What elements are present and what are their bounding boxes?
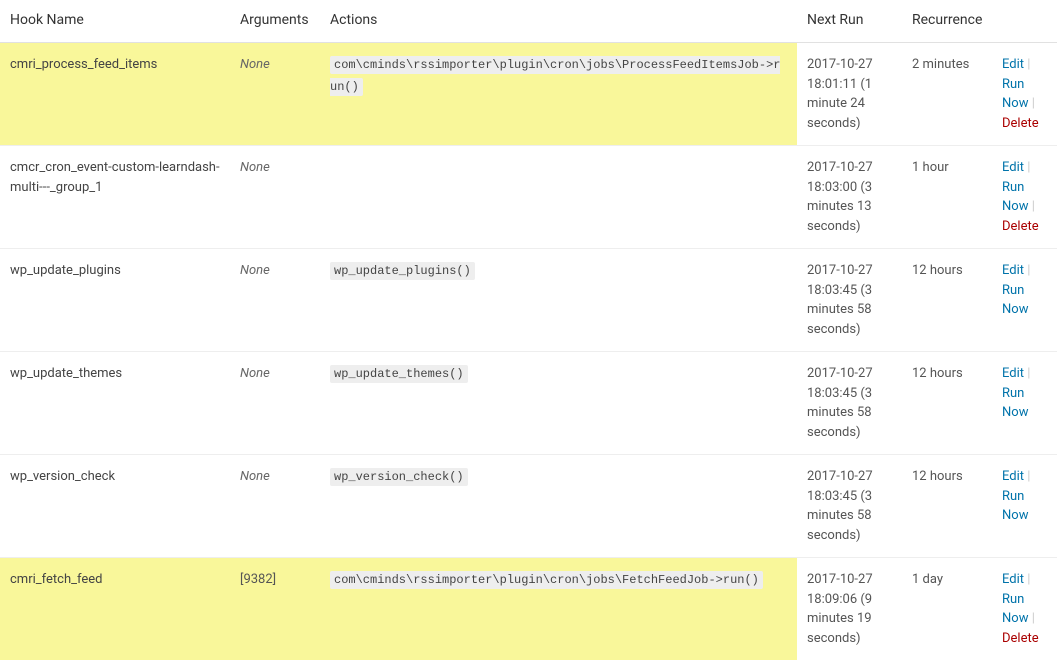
next-run-cell: 2017-10-27 18:03:00 (3 minutes 13 second… (797, 146, 902, 249)
table-row: cmcr_cron_event-custom-learndash-multi--… (0, 146, 1057, 249)
actions-cell: com\cminds\rssimporter\plugin\cron\jobs\… (320, 43, 797, 146)
action-callback: com\cminds\rssimporter\plugin\cron\jobs\… (330, 571, 763, 589)
row-actions-cell: Edit | Run Now (992, 352, 1057, 455)
hook-name-cell: cmri_process_feed_items (0, 43, 230, 146)
separator: | (1024, 469, 1030, 484)
recurrence-cell: 2 minutes (902, 43, 992, 146)
separator: | (1028, 611, 1034, 626)
run-now-link[interactable]: Run Now (1002, 489, 1028, 524)
row-actions-cell: Edit | Run Now | Delete (992, 43, 1057, 146)
separator: | (1024, 57, 1030, 72)
header-recur[interactable]: Recurrence (902, 0, 992, 43)
edit-link[interactable]: Edit (1002, 263, 1024, 278)
hook-name-cell: wp_update_themes (0, 352, 230, 455)
arguments-cell: None (230, 146, 320, 249)
next-run-cell: 2017-10-27 18:03:45 (3 minutes 58 second… (797, 249, 902, 352)
header-hook[interactable]: Hook Name (0, 0, 230, 43)
hook-name-cell: wp_version_check (0, 455, 230, 558)
arguments-cell: None (230, 43, 320, 146)
edit-link[interactable]: Edit (1002, 57, 1024, 72)
hook-name-cell: wp_update_plugins (0, 249, 230, 352)
delete-link[interactable]: Delete (1002, 219, 1039, 234)
actions-cell: wp_version_check() (320, 455, 797, 558)
row-actions-cell: Edit | Run Now | Delete (992, 146, 1057, 249)
next-run-cell: 2017-10-27 18:01:11 (1 minute 24 seconds… (797, 43, 902, 146)
row-actions-cell: Edit | Run Now (992, 249, 1057, 352)
hook-name-cell: cmcr_cron_event-custom-learndash-multi--… (0, 146, 230, 249)
recurrence-cell: 12 hours (902, 352, 992, 455)
run-now-link[interactable]: Run Now (1002, 180, 1028, 215)
run-now-link[interactable]: Run Now (1002, 592, 1028, 627)
header-ops (992, 0, 1057, 43)
cron-events-table: Hook Name Arguments Actions Next Run Rec… (0, 0, 1057, 660)
separator: | (1028, 199, 1034, 214)
arguments-cell: None (230, 352, 320, 455)
edit-link[interactable]: Edit (1002, 366, 1024, 381)
table-row: cmri_process_feed_itemsNonecom\cminds\rs… (0, 43, 1057, 146)
header-next[interactable]: Next Run (797, 0, 902, 43)
header-args[interactable]: Arguments (230, 0, 320, 43)
row-actions-cell: Edit | Run Now (992, 455, 1057, 558)
separator: | (1024, 263, 1030, 278)
action-callback: wp_update_plugins() (330, 262, 475, 280)
separator: | (1024, 572, 1030, 587)
recurrence-cell: 12 hours (902, 249, 992, 352)
separator: | (1024, 160, 1030, 175)
delete-link[interactable]: Delete (1002, 631, 1039, 646)
run-now-link[interactable]: Run Now (1002, 283, 1028, 318)
separator: | (1024, 366, 1030, 381)
recurrence-cell: 1 day (902, 558, 992, 660)
action-callback: wp_update_themes() (330, 365, 468, 383)
next-run-cell: 2017-10-27 18:03:45 (3 minutes 58 second… (797, 352, 902, 455)
recurrence-cell: 12 hours (902, 455, 992, 558)
table-row: cmri_fetch_feed[9382] com\cminds\rssimpor… (0, 558, 1057, 660)
actions-cell: wp_update_plugins() (320, 249, 797, 352)
arguments-cell: None (230, 455, 320, 558)
arguments-cell: [9382] (230, 558, 320, 660)
edit-link[interactable]: Edit (1002, 160, 1024, 175)
edit-link[interactable]: Edit (1002, 572, 1024, 587)
action-callback: wp_version_check() (330, 468, 468, 486)
delete-link[interactable]: Delete (1002, 116, 1039, 131)
row-actions-cell: Edit | Run Now | Delete (992, 558, 1057, 660)
arguments-cell: None (230, 249, 320, 352)
table-row: wp_update_pluginsNone wp_update_plugins()… (0, 249, 1057, 352)
run-now-link[interactable]: Run Now (1002, 386, 1028, 421)
table-row: wp_version_checkNone wp_version_check() 20… (0, 455, 1057, 558)
actions-cell (320, 146, 797, 249)
actions-cell: wp_update_themes() (320, 352, 797, 455)
run-now-link[interactable]: Run Now (1002, 77, 1028, 112)
action-callback: com\cminds\rssimporter\plugin\cron\jobs\… (330, 56, 780, 96)
edit-link[interactable]: Edit (1002, 469, 1024, 484)
next-run-cell: 2017-10-27 18:09:06 (9 minutes 19 second… (797, 558, 902, 660)
table-row: wp_update_themesNone wp_update_themes() 20… (0, 352, 1057, 455)
separator: | (1028, 96, 1034, 111)
next-run-cell: 2017-10-27 18:03:45 (3 minutes 58 second… (797, 455, 902, 558)
recurrence-cell: 1 hour (902, 146, 992, 249)
hook-name-cell: cmri_fetch_feed (0, 558, 230, 660)
actions-cell: com\cminds\rssimporter\plugin\cron\jobs\… (320, 558, 797, 660)
header-actions[interactable]: Actions (320, 0, 797, 43)
table-header-row: Hook Name Arguments Actions Next Run Rec… (0, 0, 1057, 43)
